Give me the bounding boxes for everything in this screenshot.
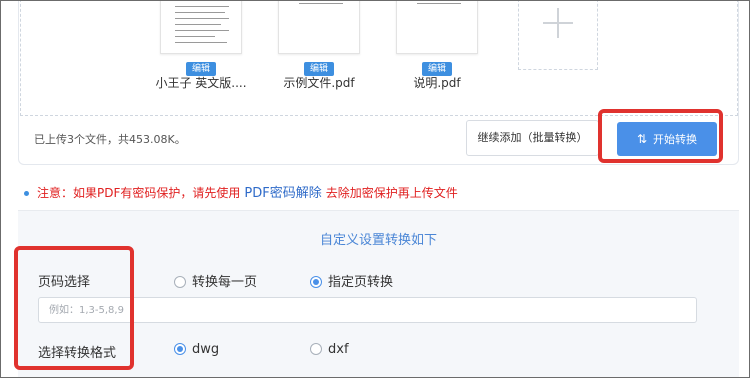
file-dropzone[interactable]: 编辑 小王子 英文版.... 编辑 示例文件.pdf 编辑 说明.pdf	[20, 0, 738, 116]
notice-suffix: 去除加密保护再上传文件	[325, 186, 458, 200]
file-thumbnail[interactable]	[396, 0, 478, 54]
radio-circle	[310, 343, 322, 355]
file-thumbnail[interactable]	[160, 0, 242, 54]
radio-label: dxf	[328, 342, 349, 357]
file-name: 小王子 英文版....	[155, 76, 247, 90]
file-name: 示例文件.pdf	[283, 76, 355, 90]
add-file-tile[interactable]	[518, 0, 598, 70]
bullet-dot	[24, 191, 29, 196]
page-range-input[interactable]	[38, 297, 697, 323]
upload-status: 已上传3个文件，共453.08K。	[34, 133, 186, 146]
radio-label: dwg	[192, 342, 220, 357]
highlight-box-start-button	[598, 109, 723, 163]
radio-circle	[174, 276, 186, 288]
continue-add-button[interactable]: 继续添加（批量转换）	[466, 120, 599, 156]
highlight-box-settings	[14, 246, 134, 370]
radio-circle-selected	[310, 276, 322, 288]
radio-format-dwg[interactable]: dwg	[174, 342, 219, 357]
radio-convert-every-page[interactable]: 转换每一页	[174, 271, 257, 290]
notice-prefix: 注意：如果PDF有密码保护，请先使用	[37, 186, 241, 200]
pdf-password-remove-link[interactable]: PDF密码解除	[244, 186, 321, 201]
radio-specified-page[interactable]: 指定页转换	[310, 271, 393, 290]
radio-label: 指定页转换	[328, 275, 394, 290]
password-notice: 注意：如果PDF有密码保护，请先使用 PDF密码解除 去除加密保护再上传文件	[24, 182, 458, 201]
file-thumbnail[interactable]	[278, 0, 360, 54]
file-name: 说明.pdf	[413, 76, 461, 90]
radio-format-dxf[interactable]: dxf	[310, 342, 349, 357]
radio-circle-selected	[174, 343, 186, 355]
radio-label: 转换每一页	[192, 275, 258, 290]
